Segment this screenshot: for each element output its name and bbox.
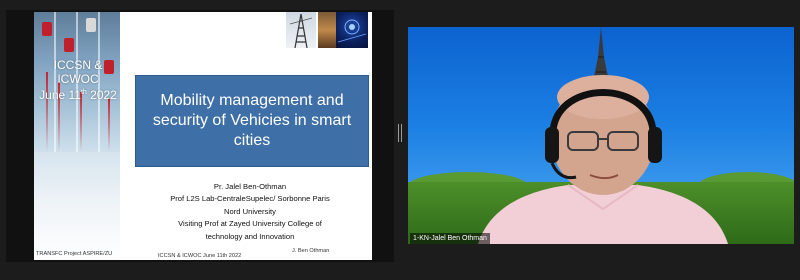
slide-title-box: Mobility management and security of Vehi… bbox=[135, 75, 369, 167]
slide-gradient bbox=[34, 152, 120, 260]
conference-date: June 11th 2022 bbox=[39, 88, 117, 102]
footer-project: TRANSFC Project ASPIRE/ZU bbox=[36, 251, 113, 257]
participant-name-label: 1-KN-Jalel Ben Othman bbox=[410, 233, 490, 244]
author-block: Pr. Jalel Ben-Othman Prof L2S Lab-Centra… bbox=[152, 181, 348, 243]
technology-image bbox=[336, 12, 368, 48]
circuit-image bbox=[318, 12, 336, 48]
author-line: Visiting Prof at Zayed University Colleg… bbox=[178, 219, 322, 229]
author-line: Nord University bbox=[224, 206, 276, 216]
screen-share-pane[interactable]: ICCSN & ICWOC June 11th 2022 Mobility ma… bbox=[6, 10, 394, 262]
slide-title: Mobility management and security of Vehi… bbox=[152, 92, 352, 149]
author-line: Prof L2S Lab-CentraleSupelec/ Sorbonne P… bbox=[170, 194, 330, 204]
author-line: technology and Innovation bbox=[205, 231, 295, 241]
footer-conference: ICCSN & ICWOC June 11th 2022 bbox=[158, 253, 242, 259]
presentation-slide: ICCSN & ICWOC June 11th 2022 Mobility ma… bbox=[34, 12, 372, 260]
conference-title: ICCSN & ICWOC June 11th 2022 bbox=[36, 58, 120, 102]
participant-video[interactable] bbox=[408, 27, 794, 244]
author-line: Pr. Jalel Ben-Othman bbox=[213, 182, 287, 191]
telecom-tower-image bbox=[286, 12, 316, 48]
meeting-stage: ICCSN & ICWOC June 11th 2022 Mobility ma… bbox=[0, 0, 800, 280]
conference-name: ICCSN & ICWOC bbox=[53, 58, 103, 86]
participant-person bbox=[478, 75, 728, 244]
footer-author: J. Ben Othman bbox=[292, 248, 330, 254]
split-view-drag-handle[interactable] bbox=[398, 124, 402, 142]
